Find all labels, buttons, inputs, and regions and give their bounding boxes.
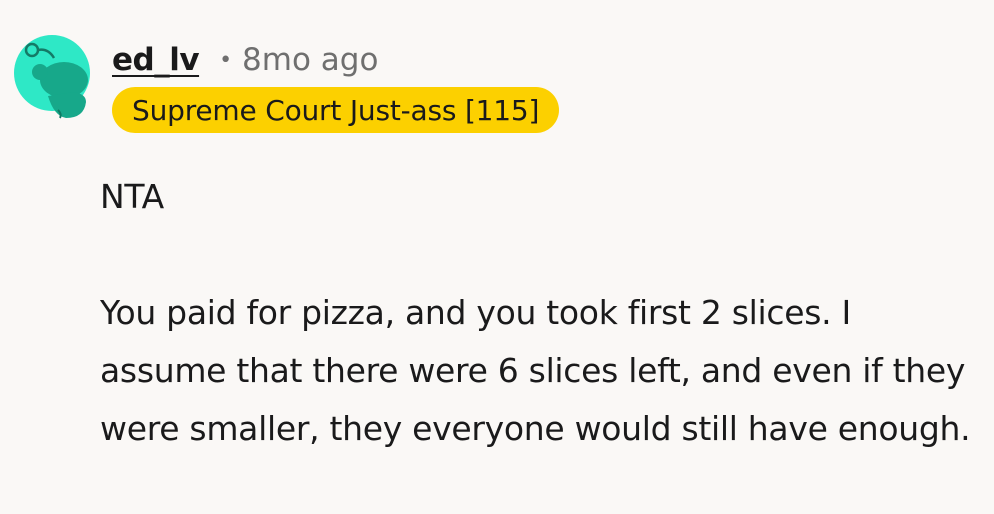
snoo-avatar-icon	[14, 35, 90, 119]
user-flair-badge: Supreme Court Just-ass [115]	[112, 87, 560, 133]
timestamp[interactable]: 8mo ago	[242, 42, 378, 78]
avatar[interactable]	[14, 26, 90, 120]
username-link[interactable]: ed_lv	[112, 42, 200, 78]
comment-header: ed_lv • 8mo ago	[112, 38, 378, 82]
comment-text: You paid for pizza, and you took first 2…	[100, 293, 971, 448]
comment: ed_lv • 8mo ago Supreme Court Just-ass […	[0, 0, 994, 514]
comment-verdict: NTA	[100, 177, 164, 216]
separator-dot: •	[219, 47, 233, 73]
comment-body: NTA You paid for pizza, and you took fir…	[100, 168, 980, 458]
